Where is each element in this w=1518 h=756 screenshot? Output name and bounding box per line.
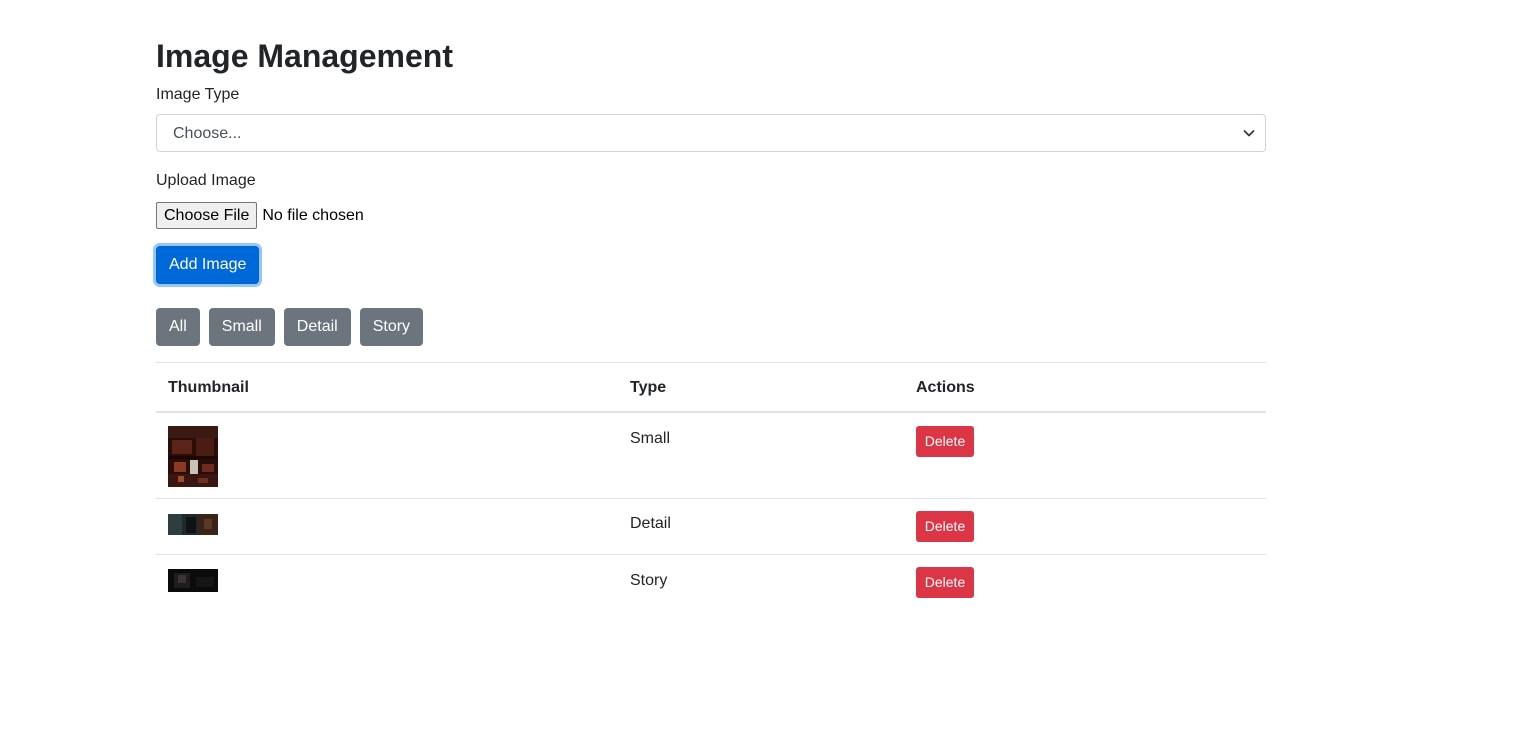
filter-small-button[interactable]: Small [208,308,275,346]
delete-button[interactable]: Delete [916,511,974,542]
filter-story-button[interactable]: Story [359,308,424,346]
file-status-text: No file chosen [262,206,364,224]
column-header-thumbnail: Thumbnail [168,379,249,396]
image-type-select-value: Choose... [173,125,242,142]
thumbnail-image[interactable] [168,569,218,592]
table-row: Detail Delete [156,499,1266,555]
row-type: Small [630,430,671,447]
add-image-button[interactable]: Add Image [156,246,260,284]
table-header: Thumbnail Type Actions [156,363,1266,413]
filter-all-button[interactable]: All [156,308,200,346]
column-header-type: Type [630,379,667,396]
delete-button[interactable]: Delete [916,567,974,598]
image-type-label: Image Type [156,86,240,103]
table-row: Story Delete [156,555,1266,610]
thumbnail-image[interactable] [168,514,218,535]
upload-image-label: Upload Image [156,172,256,189]
table-row: Small Delete [156,413,1266,499]
file-input[interactable]: Choose File No file chosen [156,201,364,230]
filter-button-group: All Small Detail Story [156,308,432,346]
row-type: Detail [630,515,671,532]
column-header-actions: Actions [916,379,975,396]
delete-button[interactable]: Delete [916,426,974,457]
row-type: Story [630,572,668,589]
images-table: Thumbnail Type Actions Small Delete Deta… [156,362,1266,610]
page-title: Image Management [156,38,453,74]
thumbnail-image[interactable] [168,426,218,487]
filter-detail-button[interactable]: Detail [283,308,351,346]
image-type-select[interactable]: Choose... [156,114,1266,152]
chevron-down-icon [1242,126,1256,140]
choose-file-button[interactable]: Choose File [156,202,258,229]
